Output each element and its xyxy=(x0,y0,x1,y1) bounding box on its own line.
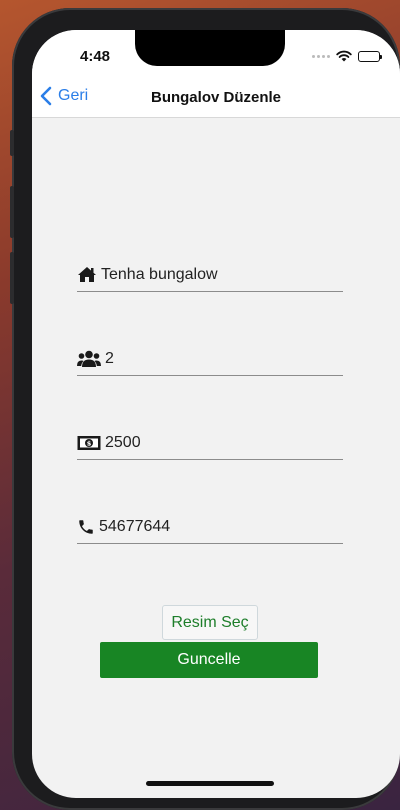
cellular-signal-icon xyxy=(312,54,330,58)
home-indicator[interactable] xyxy=(146,781,274,786)
phone-frame: 4:48 Geri Bungalov Düzenle Tenha bungalo… xyxy=(10,8,400,810)
status-time: 4:48 xyxy=(80,48,111,65)
home-icon xyxy=(77,266,97,283)
phone-field xyxy=(77,510,343,544)
price-input[interactable] xyxy=(105,433,325,452)
users-icon xyxy=(77,350,101,368)
capacity-input[interactable] xyxy=(105,349,325,368)
page-title: Bungalov Düzenle xyxy=(150,89,281,106)
name-input[interactable] xyxy=(101,265,321,284)
money-icon: $ xyxy=(77,435,101,451)
screen: 4:48 Geri Bungalov Düzenle Tenha bungalo… xyxy=(32,30,400,798)
select-image-button[interactable]: Resim Seç xyxy=(162,605,258,640)
wifi-icon xyxy=(336,50,352,62)
volume-up-button xyxy=(10,186,14,238)
name-field xyxy=(77,258,343,292)
phone-input[interactable] xyxy=(99,517,319,536)
volume-down-button xyxy=(10,252,14,304)
phone-icon xyxy=(77,518,95,536)
status-icons xyxy=(312,50,382,62)
update-button[interactable]: Guncelle xyxy=(100,642,318,678)
battery-icon xyxy=(358,50,382,62)
notch xyxy=(135,30,285,66)
navigation-bar: Geri Bungalov Düzenle xyxy=(32,78,400,118)
mute-switch xyxy=(10,130,14,156)
svg-text:$: $ xyxy=(87,439,92,447)
price-field: $ xyxy=(77,426,343,460)
capacity-field xyxy=(77,342,343,376)
